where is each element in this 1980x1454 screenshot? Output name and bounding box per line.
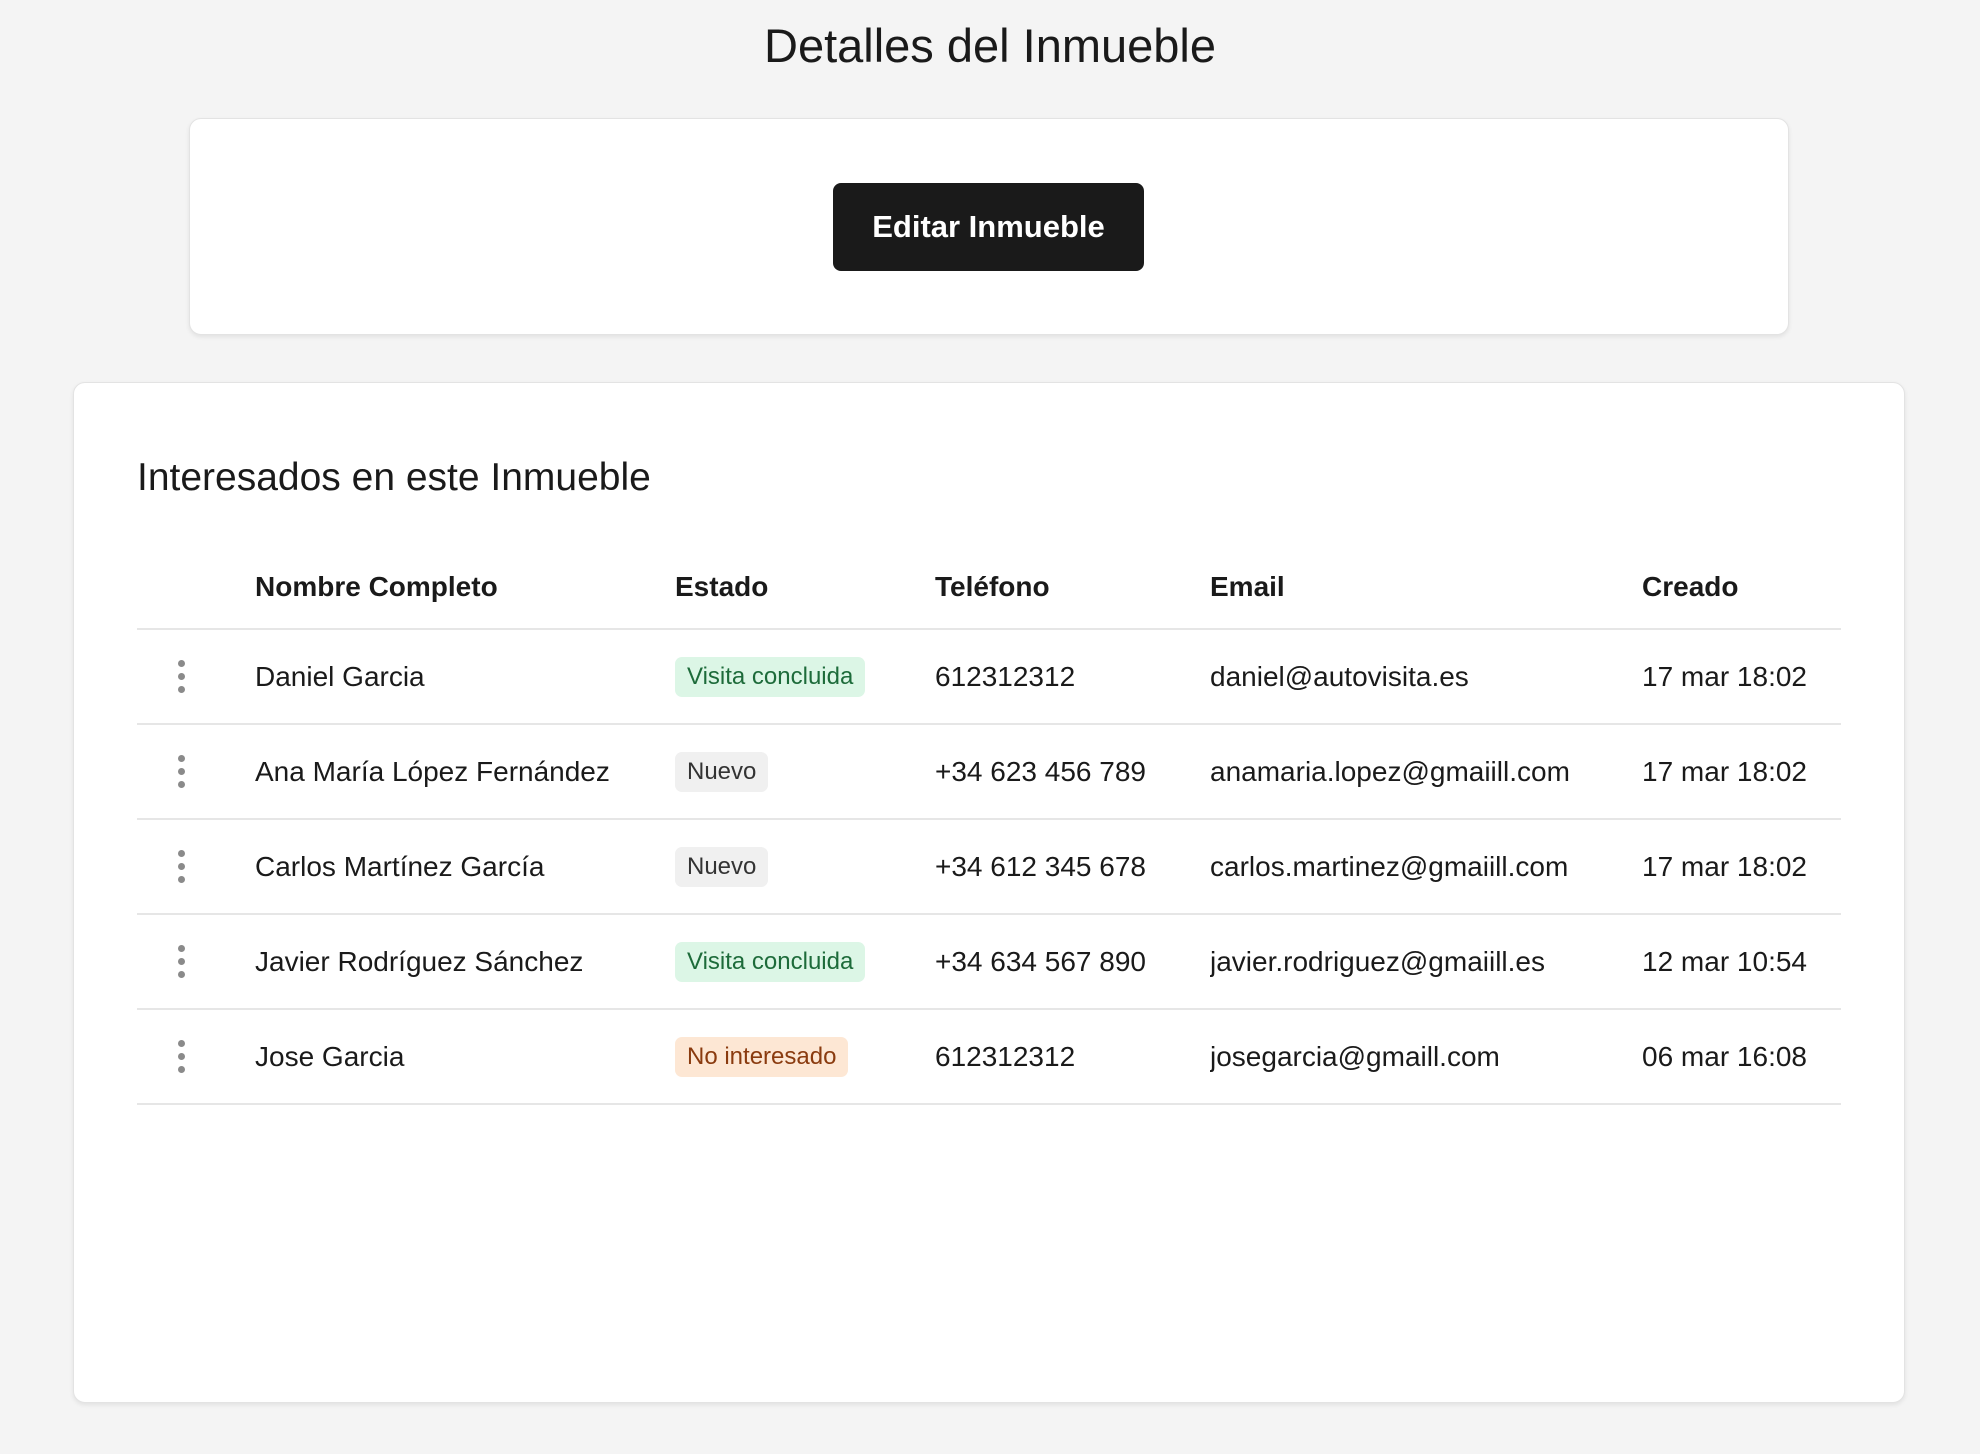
lead-email: javier.rodriguez@gmaiill.es — [1210, 914, 1642, 1010]
table-row[interactable]: Carlos Martínez García Nuevo +34 612 345… — [137, 819, 1841, 915]
lead-created: 17 mar 18:02 — [1642, 629, 1841, 725]
kebab-menu-icon[interactable] — [174, 944, 188, 979]
column-header-created[interactable]: Creado — [1642, 546, 1841, 630]
lead-name: Daniel Garcia — [255, 629, 675, 725]
kebab-menu-icon[interactable] — [174, 1039, 188, 1074]
lead-name: Ana María López Fernández — [255, 724, 675, 820]
table-header-row: Nombre Completo Estado Teléfono Email Cr… — [137, 546, 1841, 630]
lead-created: 17 mar 18:02 — [1642, 724, 1841, 820]
lead-created: 17 mar 18:02 — [1642, 819, 1841, 915]
table-row[interactable]: Javier Rodríguez Sánchez Visita concluid… — [137, 914, 1841, 1010]
lead-created: 12 mar 10:54 — [1642, 914, 1841, 1010]
table-row[interactable]: Daniel Garcia Visita concluida 612312312… — [137, 629, 1841, 725]
kebab-menu-icon[interactable] — [174, 849, 188, 884]
table-row[interactable]: Ana María López Fernández Nuevo +34 623 … — [137, 724, 1841, 820]
lead-email: josegarcia@gmaill.com — [1210, 1009, 1642, 1105]
edit-property-button[interactable]: Editar Inmueble — [833, 183, 1144, 271]
lead-email: anamaria.lopez@gmaiill.com — [1210, 724, 1642, 820]
lead-name: Jose Garcia — [255, 1009, 675, 1105]
status-badge: Nuevo — [675, 846, 769, 887]
column-header-name[interactable]: Nombre Completo — [255, 546, 675, 630]
leads-table: Nombre Completo Estado Teléfono Email Cr… — [137, 546, 1841, 1105]
lead-email: carlos.martinez@gmaiill.com — [1210, 819, 1642, 915]
status-badge: Visita concluida — [675, 656, 866, 697]
lead-phone: +34 612 345 678 — [935, 819, 1210, 915]
column-header-status[interactable]: Estado — [675, 546, 935, 630]
lead-email: daniel@autovisita.es — [1210, 629, 1642, 725]
lead-created: 06 mar 16:08 — [1642, 1009, 1841, 1105]
kebab-menu-icon[interactable] — [174, 659, 188, 694]
lead-phone: 612312312 — [935, 1009, 1210, 1105]
column-header-email[interactable]: Email — [1210, 546, 1642, 630]
leads-section-title: Interesados en este Inmueble — [137, 456, 651, 499]
status-badge: Visita concluida — [675, 941, 866, 982]
lead-phone: 612312312 — [935, 629, 1210, 725]
table-row[interactable]: Jose Garcia No interesado 612312312 jose… — [137, 1009, 1841, 1105]
page-title: Detalles del Inmueble — [764, 19, 1216, 72]
lead-phone: +34 623 456 789 — [935, 724, 1210, 820]
lead-phone: +34 634 567 890 — [935, 914, 1210, 1010]
lead-name: Carlos Martínez García — [255, 819, 675, 915]
kebab-menu-icon[interactable] — [174, 754, 188, 789]
status-badge: No interesado — [675, 1036, 849, 1077]
status-badge: Nuevo — [675, 751, 769, 792]
column-header-phone[interactable]: Teléfono — [935, 546, 1210, 630]
column-header-actions — [137, 546, 255, 630]
lead-name: Javier Rodríguez Sánchez — [255, 914, 675, 1010]
